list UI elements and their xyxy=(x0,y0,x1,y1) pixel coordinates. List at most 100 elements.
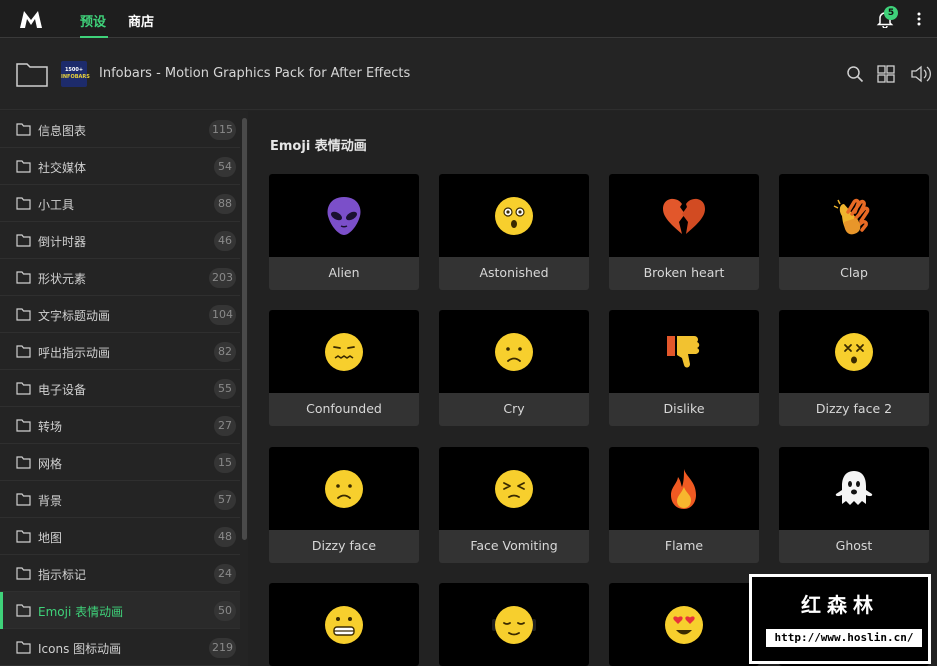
card-label: Cry xyxy=(503,401,525,416)
sidebar-item-count: 115 xyxy=(209,120,236,140)
folder-icon xyxy=(16,456,31,469)
card-label: Broken heart xyxy=(643,265,725,280)
watermark-title: 红森林 xyxy=(801,593,879,617)
sidebar-item-label: 倒计时器 xyxy=(38,235,87,249)
card-preview xyxy=(779,447,929,530)
card-preview xyxy=(779,310,929,393)
card-label: Clap xyxy=(840,265,868,280)
volume-icon[interactable] xyxy=(910,65,932,83)
preset-card-broken-heart[interactable]: Broken heart xyxy=(609,174,759,290)
sidebar-item-count: 54 xyxy=(214,157,236,177)
ghost-icon xyxy=(835,470,873,505)
sidebar-item-social-media[interactable]: 社交媒体 54 xyxy=(0,148,240,185)
sidebar-item-count: 55 xyxy=(214,379,236,399)
card-preview xyxy=(439,583,589,666)
card-label: Astonished xyxy=(479,265,549,280)
search-icon[interactable] xyxy=(846,65,864,83)
folder-icon xyxy=(16,234,31,247)
grid-view-icon[interactable] xyxy=(877,65,895,83)
squinting-face-icon xyxy=(495,469,533,508)
folder-icon xyxy=(16,123,31,136)
preset-card-flame[interactable]: Flame xyxy=(609,447,759,563)
sidebar-item-count: 82 xyxy=(214,342,236,362)
sidebar-item-label: 电子设备 xyxy=(38,383,87,397)
sidebar-item-emoji-animations[interactable]: Emoji 表情动画 50 xyxy=(0,592,240,629)
folder-icon xyxy=(16,308,31,321)
card-label: Dizzy face xyxy=(311,538,377,553)
sidebar-item-electronic-devices[interactable]: 电子设备 55 xyxy=(0,370,240,407)
folder-icon xyxy=(16,197,31,210)
sidebar-item-count: 15 xyxy=(214,453,236,473)
preset-card-cry[interactable]: Cry xyxy=(439,310,589,426)
sidebar-item-count: 46 xyxy=(214,231,236,251)
card-preview xyxy=(609,310,759,393)
sidebar-item-label: 小工具 xyxy=(38,198,75,212)
card-preview xyxy=(269,174,419,257)
card-preview xyxy=(439,310,589,393)
sidebar-item-label: Emoji 表情动画 xyxy=(38,605,124,619)
preset-card-astonished[interactable]: Astonished xyxy=(439,174,589,290)
folder-icon xyxy=(16,382,31,395)
folder-icon xyxy=(16,641,31,654)
card-label: Alien xyxy=(328,265,360,280)
preset-card-ghost[interactable]: Ghost xyxy=(779,447,929,563)
sidebar-item-maps[interactable]: 地图 48 xyxy=(0,518,240,555)
grimacing-face-icon xyxy=(325,605,363,644)
sidebar-item-count: 57 xyxy=(214,490,236,510)
sidebar-item-backgrounds[interactable]: 背景 57 xyxy=(0,481,240,518)
pack-thumbnail-caption: INFOBARS xyxy=(61,74,90,80)
folder-icon xyxy=(16,419,31,432)
preset-card-alien[interactable]: Alien xyxy=(269,174,419,290)
notification-count-badge: 5 xyxy=(884,6,898,20)
sidebar-item-countdown-timers[interactable]: 倒计时器 46 xyxy=(0,222,240,259)
sidebar-item-count: 88 xyxy=(214,194,236,214)
sidebar-item-icon-animations[interactable]: Icons 图标动画 219 xyxy=(0,629,240,666)
preset-card-headphones[interactable] xyxy=(439,583,589,666)
sidebar-item-count: 48 xyxy=(214,527,236,547)
sidebar-item-label: 背景 xyxy=(38,494,63,508)
folder-icon[interactable] xyxy=(16,61,48,87)
sidebar-item-infographics[interactable]: 信息图表 115 xyxy=(0,111,240,148)
tab-presets[interactable]: 预设 xyxy=(80,11,106,30)
sidebar-item-count: 104 xyxy=(209,305,236,325)
sidebar-item-label: 文字标题动画 xyxy=(38,309,111,323)
card-preview xyxy=(439,447,589,530)
preset-card-heart-eyes[interactable] xyxy=(609,583,759,666)
frowning-face-icon xyxy=(325,469,363,508)
more-menu-icon[interactable] xyxy=(912,10,926,28)
sidebar-item-grids[interactable]: 网格 15 xyxy=(0,444,240,481)
card-preview xyxy=(269,583,419,666)
preset-card-dizzy-face[interactable]: Dizzy face xyxy=(269,447,419,563)
pack-title: Infobars - Motion Graphics Pack for Afte… xyxy=(99,66,411,81)
sidebar-item-callout-animations[interactable]: 呼出指示动画 82 xyxy=(0,333,240,370)
tab-store[interactable]: 商店 xyxy=(128,11,154,30)
preset-card-grimacing[interactable] xyxy=(269,583,419,666)
pack-header: 1500+ INFOBARS Infobars - Motion Graphic… xyxy=(0,39,937,110)
card-preview xyxy=(269,310,419,393)
sidebar-item-count: 50 xyxy=(214,601,236,621)
sidebar-item-text-title-animations[interactable]: 文字标题动画 104 xyxy=(0,296,240,333)
folder-icon xyxy=(16,160,31,173)
sidebar-item-label: 呼出指示动画 xyxy=(38,346,111,360)
sidebar-item-shape-elements[interactable]: 形状元素 203 xyxy=(0,259,240,296)
app-logo-icon[interactable] xyxy=(18,8,44,30)
pack-thumbnail-count: 1500+ xyxy=(64,67,84,73)
preset-card-face-vomiting[interactable]: Face Vomiting xyxy=(439,447,589,563)
sidebar-item-transitions[interactable]: 转场 27 xyxy=(0,407,240,444)
folder-icon xyxy=(16,567,31,580)
sidebar-item-label: 转场 xyxy=(38,420,63,434)
preset-card-dizzy-face-2[interactable]: Dizzy face 2 xyxy=(779,310,929,426)
card-label: Flame xyxy=(664,538,704,553)
preset-card-clap[interactable]: Clap xyxy=(779,174,929,290)
sidebar-item-markers[interactable]: 指示标记 24 xyxy=(0,555,240,592)
sidebar-item-widgets[interactable]: 小工具 88 xyxy=(0,185,240,222)
flame-icon xyxy=(671,468,696,509)
app-window: 预设 商店 5 1500+ INFOBARS Infobars - Motion… xyxy=(0,0,937,666)
card-label: Dislike xyxy=(663,401,705,416)
preset-card-dislike[interactable]: Dislike xyxy=(609,310,759,426)
dizzy-face-icon xyxy=(835,332,873,371)
preset-card-confounded[interactable]: Confounded xyxy=(269,310,419,426)
pack-thumbnail[interactable]: 1500+ INFOBARS xyxy=(61,61,90,87)
sidebar-item-label: 形状元素 xyxy=(38,272,87,286)
sidebar-scrollbar[interactable] xyxy=(242,118,247,540)
